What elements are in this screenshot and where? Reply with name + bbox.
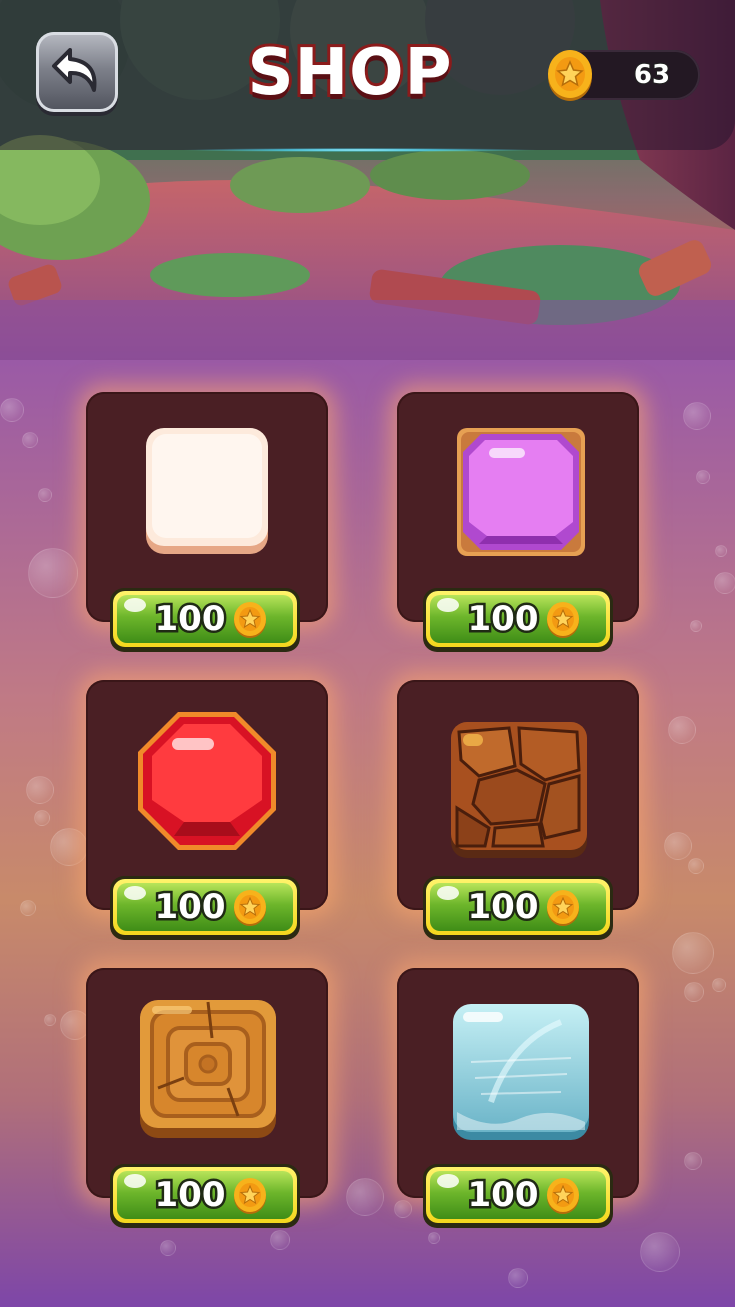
ice-block-icon bbox=[453, 1004, 589, 1140]
cream-square-icon bbox=[146, 428, 268, 554]
coin-icon bbox=[547, 890, 579, 926]
coin-icon bbox=[234, 602, 266, 638]
price-label: 100 bbox=[152, 597, 228, 642]
buy-button[interactable]: 100 bbox=[110, 588, 300, 656]
coin-icon bbox=[234, 890, 266, 926]
coin-icon bbox=[234, 1178, 266, 1214]
buy-button[interactable]: 100 bbox=[110, 1164, 300, 1232]
purple-gem-icon bbox=[457, 428, 585, 556]
wood-block-icon bbox=[140, 1000, 276, 1138]
coin-count: 63 bbox=[633, 59, 671, 91]
coin-icon bbox=[547, 602, 579, 638]
price-label: 100 bbox=[152, 885, 228, 930]
buy-button[interactable]: 100 bbox=[423, 876, 613, 944]
coin-icon bbox=[548, 50, 592, 101]
price-label: 100 bbox=[465, 885, 541, 930]
buy-button[interactable]: 100 bbox=[423, 1164, 613, 1232]
buy-button[interactable]: 100 bbox=[423, 588, 613, 656]
back-button[interactable] bbox=[36, 32, 118, 112]
coin-icon bbox=[547, 1178, 579, 1214]
buy-button[interactable]: 100 bbox=[110, 876, 300, 944]
back-arrow-icon bbox=[52, 48, 97, 92]
page-title: SHOP bbox=[245, 33, 455, 113]
red-octagon-gem-icon bbox=[138, 712, 276, 850]
price-label: 100 bbox=[465, 1173, 541, 1218]
brown-stone-block-icon bbox=[451, 722, 587, 858]
price-label: 100 bbox=[465, 597, 541, 642]
price-label: 100 bbox=[152, 1173, 228, 1218]
header-glow bbox=[180, 148, 540, 152]
